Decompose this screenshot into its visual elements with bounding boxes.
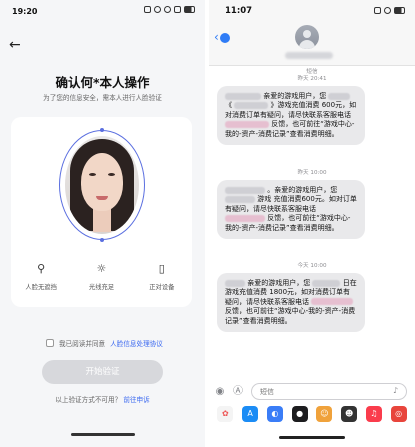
wifi-icon	[174, 6, 181, 13]
redacted-text	[225, 186, 265, 194]
message-date: 昨天 20:41	[297, 76, 327, 82]
status-time: 11:07	[225, 6, 253, 16]
tip-face-device: ▯ 正对设备	[134, 262, 190, 291]
search-app-icon[interactable]: ◎	[390, 406, 407, 422]
alarm-icon	[154, 6, 161, 13]
agree-text: 我已阅读并同意	[59, 340, 106, 348]
back-button[interactable]: ‹	[214, 30, 230, 44]
imessage-app-drawer: ✿ A ◐ ● ☺ ☻ ♫ ◎	[209, 404, 415, 424]
clock-icon	[164, 6, 171, 13]
page-subtitle: 为了您的信息安全，需本人进行人脸验证	[43, 94, 162, 102]
battery-icon	[184, 6, 195, 13]
microphone-icon[interactable]: ♪	[393, 386, 398, 395]
message-bubble[interactable]: 。亲爱的游戏用户，您 游戏 充值消费600元。如对订单有疑问，请尽快联系客服电话…	[217, 180, 365, 240]
message-date: 昨天 10:00	[297, 170, 327, 176]
redacted-text	[225, 279, 245, 287]
message-date: 今天 10:00	[297, 263, 327, 269]
digital-touch-app-icon[interactable]: ●	[291, 406, 308, 422]
message-bubble[interactable]: 亲爱的游戏用户，您 日在游戏充值消费 1800元，如对消费订单有疑问，请尽快联系…	[217, 273, 365, 333]
redacted-text	[312, 279, 341, 287]
signal-icon	[374, 7, 381, 14]
home-indicator[interactable]	[71, 433, 135, 436]
phone-icon: ▯	[158, 262, 165, 275]
contact-name-redacted[interactable]	[285, 52, 333, 59]
nfc-icon	[144, 6, 151, 13]
unread-badge	[219, 32, 230, 43]
agreement-row: 我已阅读并同意 人脸信息处理协议	[46, 338, 163, 348]
contact-avatar[interactable]	[295, 25, 319, 49]
screenshot-pair: 19:20 ← 确认何*本人操作 为了您的信息安全，需本人进行人脸验证 ⚲ 人脸…	[0, 0, 415, 447]
game-app-icon[interactable]: ☻	[341, 406, 358, 422]
phone-link-redacted[interactable]	[225, 214, 265, 222]
redacted-text	[225, 92, 261, 100]
redacted-text	[328, 92, 351, 100]
sun-icon: ☼	[96, 262, 107, 275]
phone-link-redacted[interactable]	[311, 298, 354, 306]
face-verification-screen: 19:20 ← 确认何*本人操作 为了您的信息安全，需本人进行人脸验证 ⚲ 人脸…	[0, 0, 205, 447]
tip-good-light: ☼ 光线充足	[73, 262, 129, 291]
ring-marker	[100, 238, 104, 242]
alternative-row: 以上验证方式不可用？ 前往申诉	[0, 394, 205, 404]
status-time: 19:20	[12, 7, 38, 16]
phone-link-redacted[interactable]	[225, 120, 269, 128]
message-date: 短信	[306, 69, 318, 75]
home-indicator[interactable]	[279, 436, 345, 439]
wifi-icon	[384, 7, 391, 14]
face-capture-card: ⚲ 人脸无遮挡 ☼ 光线充足 ▯ 正对设备	[11, 117, 192, 307]
camera-icon[interactable]: ◉	[213, 385, 227, 398]
memoji-app-icon[interactable]: ☺	[316, 406, 333, 422]
ring-marker	[100, 128, 104, 132]
audio-app-icon[interactable]: ◐	[266, 406, 283, 422]
alternative-text: 以上验证方式不可用？	[55, 396, 122, 404]
status-icons	[374, 7, 405, 14]
status-icons	[144, 6, 195, 13]
person-icon: ⚲	[37, 262, 46, 275]
page-title: 确认何*本人操作	[55, 75, 150, 90]
face-frame-ring	[59, 130, 145, 240]
appeal-link[interactable]: 前往申诉	[123, 396, 149, 404]
redacted-text	[225, 195, 255, 203]
conversation-header: 11:07 ‹	[209, 0, 415, 66]
sms-thread-screen: 11:07 ‹ 短信 昨天 20:41 亲爱的游戏用户，您 《 》游戏充值消费 …	[209, 0, 415, 447]
message-bubble[interactable]: 亲爱的游戏用户，您 《 》游戏充值消费 600元，如对消费订单有疑问，请尽快联系…	[217, 86, 365, 146]
tip-no-cover: ⚲ 人脸无遮挡	[13, 262, 69, 291]
redacted-text	[234, 101, 269, 109]
app-store-app-icon[interactable]: A	[242, 406, 259, 422]
compose-bar: ◉ Ⓐ ♪	[209, 382, 415, 402]
battery-icon	[394, 7, 405, 14]
agreement-link[interactable]: 人脸信息处理协议	[110, 338, 163, 348]
start-verification-button[interactable]: 开始验证	[42, 360, 163, 384]
app-store-icon[interactable]: Ⓐ	[231, 385, 245, 398]
capture-tips: ⚲ 人脸无遮挡 ☼ 光线充足 ▯ 正对设备	[11, 262, 192, 291]
message-input[interactable]	[251, 383, 407, 400]
music-app-icon[interactable]: ♫	[365, 406, 382, 422]
face-preview	[59, 128, 145, 242]
agree-checkbox[interactable]	[46, 339, 54, 347]
status-bar: 19:20	[0, 0, 205, 22]
photos-app-icon[interactable]: ✿	[217, 406, 234, 422]
back-arrow-icon[interactable]: ←	[9, 37, 21, 53]
